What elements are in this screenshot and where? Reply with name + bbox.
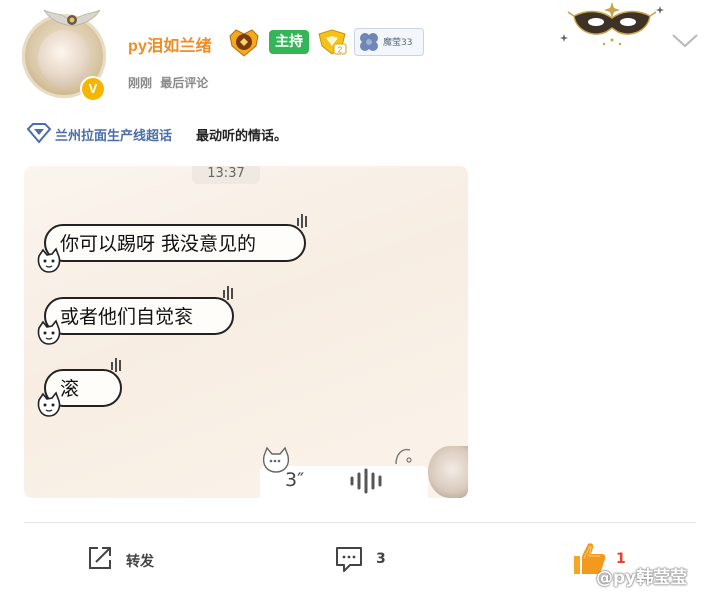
clover-badge[interactable]: 魔莹33	[354, 28, 424, 56]
sound-lines-icon	[297, 214, 307, 228]
chat-avatar	[428, 446, 468, 498]
cat-face-sticker-icon	[37, 391, 61, 417]
avatar[interactable]: V	[22, 9, 108, 104]
comment-icon	[336, 547, 362, 572]
avatar-wings-icon	[43, 9, 101, 27]
super-topic-link[interactable]: 兰州拉面生产线超话	[55, 125, 172, 144]
comment-count: 3	[376, 551, 386, 567]
cat-face-sticker-icon	[37, 247, 61, 273]
voice-corner-icon	[395, 448, 412, 465]
mask-decoration-icon	[560, 2, 664, 46]
sound-lines-icon	[111, 358, 121, 372]
post-time-value: 刚刚	[128, 76, 153, 90]
avatar-image	[38, 30, 90, 86]
repost-button[interactable]: 转发	[86, 544, 176, 576]
chevron-down-icon[interactable]	[670, 30, 700, 50]
divider	[24, 522, 696, 523]
medal-icon[interactable]	[226, 26, 262, 58]
comment-button[interactable]: 3	[334, 544, 404, 576]
post-text: 最动听的情话。	[196, 129, 288, 144]
host-badge: 主持	[269, 30, 309, 54]
chat-timestamp: 13:37	[192, 166, 260, 184]
voice-wave-icon	[350, 468, 382, 494]
voice-duration: 3″	[285, 469, 305, 491]
post-image[interactable]: 13:37 你可以踢呀 我没意见的 或者他们自觉衮 滚 3″	[24, 166, 468, 498]
post-time: 刚刚 最后评论	[128, 74, 208, 91]
super-topic-diamond-icon	[26, 123, 52, 144]
repost-icon	[89, 547, 111, 569]
chat-bubble: 你可以踢呀 我没意见的	[44, 224, 306, 262]
clover-badge-text: 魔莹33	[383, 38, 413, 48]
sound-lines-icon	[223, 286, 233, 300]
svg-text:2: 2	[338, 46, 343, 55]
weibo-watermark: @py韩莹莹	[596, 568, 688, 588]
chat-bubble: 或者他们自觉衮	[44, 297, 234, 335]
verified-badge-icon: V	[80, 76, 106, 102]
cat-face-sticker-icon	[37, 319, 61, 345]
clover-icon	[360, 33, 378, 51]
level-icon[interactable]: 2	[316, 28, 348, 56]
repost-label: 转发	[126, 554, 154, 570]
post-time-suffix: 最后评论	[160, 76, 209, 90]
username[interactable]: py泪如兰绪	[128, 32, 212, 56]
